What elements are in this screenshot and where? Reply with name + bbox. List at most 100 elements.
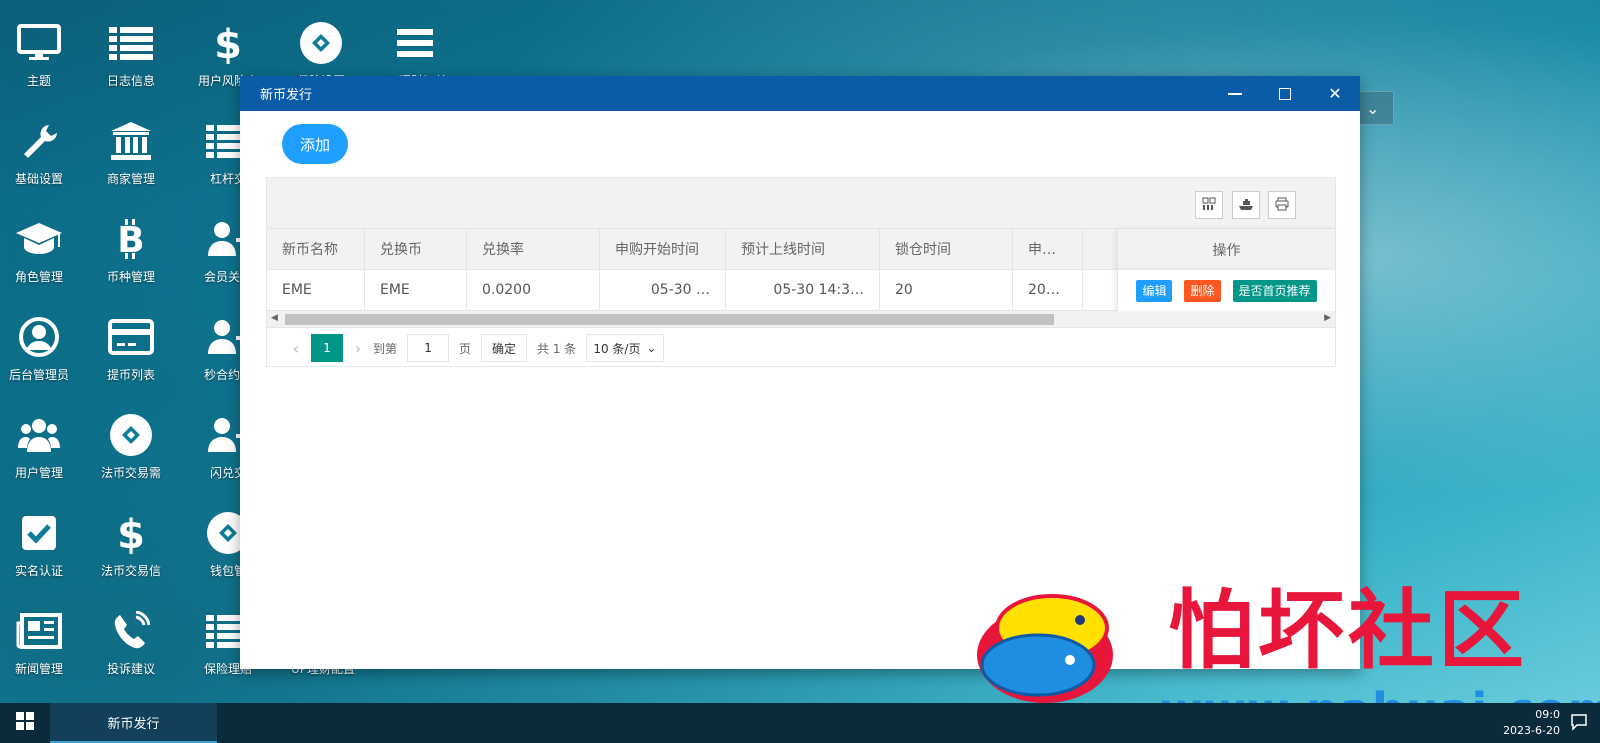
desktop-icon-label: 币种管理 — [106, 270, 155, 284]
desktop-icon-label: 提币列表 — [106, 368, 155, 382]
column-header[interactable]: 新币名称 — [267, 229, 365, 269]
desktop-icon-label: 投诉建议 — [106, 662, 155, 676]
recommend-homepage-button[interactable]: 是否首页推荐 — [1232, 279, 1317, 302]
coin-icon — [110, 410, 152, 460]
bitcoin-icon: B — [116, 214, 146, 264]
desktop-icon-users[interactable]: 用户管理 — [0, 394, 84, 484]
desktop-icon-label: 后台管理员 — [8, 368, 69, 382]
next-page-icon[interactable]: › — [343, 339, 373, 358]
desktop-icon-label: 日志信息 — [106, 74, 155, 88]
table-cell: 20… — [1013, 270, 1083, 310]
goto-confirm-button[interactable]: 确定 — [481, 334, 528, 362]
action-column-header: 操作 — [1117, 229, 1335, 270]
scroll-right-icon[interactable]: ▶ — [1324, 313, 1331, 323]
desktop-icon-merchants[interactable]: 商家管理 — [86, 100, 176, 190]
table-cell: 0.0200 — [467, 270, 600, 310]
user-circle-icon — [18, 312, 60, 362]
desktop-icon-theme[interactable]: 主题 — [0, 2, 84, 92]
wrench-icon — [19, 116, 59, 166]
desktop-icon-label: 用户管理 — [14, 466, 63, 480]
scroll-left-icon[interactable]: ◀ — [271, 313, 278, 323]
check-square-icon — [20, 508, 58, 558]
table-cell: EME — [267, 270, 365, 310]
column-header[interactable]: 申购开始时间 — [600, 229, 726, 269]
row-actions: 编辑 删除 是否首页推荐 — [1117, 270, 1335, 311]
start-button[interactable] — [0, 703, 50, 743]
coin-table: 新币名称 兑换币 兑换率 申购开始时间 预计上线时间 锁仓时间 申… 操作 EM… — [266, 177, 1336, 367]
dollar-icon: $ — [214, 18, 242, 68]
column-header[interactable]: 预计上线时间 — [726, 229, 880, 269]
close-icon: ✕ — [1328, 84, 1342, 103]
page-size-select[interactable]: 10 条/页 ⌄ — [586, 334, 664, 362]
windows-icon — [16, 712, 34, 734]
users-icon — [16, 410, 62, 460]
horizontal-scrollbar[interactable]: ◀ ▶ — [267, 311, 1335, 328]
table-row: EME EME 0.0200 05-30 … 05-30 14:3… 20 20… — [267, 270, 1335, 311]
goto-page-input[interactable] — [407, 334, 450, 362]
desktop-icon-basic-settings[interactable]: 基础设置 — [0, 100, 84, 190]
maximize-button[interactable] — [1260, 76, 1310, 111]
desktop-icon-role-management[interactable]: 角色管理 — [0, 198, 84, 288]
column-header[interactable]: 兑换币 — [365, 229, 467, 269]
clock-time: 09:0 — [1535, 708, 1560, 721]
graduation-cap-icon — [14, 214, 64, 264]
desktop-icon-label: 商家管理 — [106, 172, 155, 186]
column-header[interactable]: 兑换率 — [467, 229, 600, 269]
dollar-icon: $ — [117, 508, 145, 558]
desktop-icon-complaints[interactable]: 投诉建议 — [86, 590, 176, 680]
list-icon — [109, 18, 153, 68]
desktop-icon-admins[interactable]: 后台管理员 — [0, 296, 84, 386]
desktop-icon-withdrawals[interactable]: 提币列表 — [86, 296, 176, 386]
table-cell: 05-30 … — [600, 270, 726, 310]
desktop-icon-otc-info[interactable]: $ 法币交易信 — [86, 492, 176, 582]
menu-icon — [397, 18, 433, 68]
table-cell: EME — [365, 270, 467, 310]
window-titlebar[interactable]: 新币发行 ✕ — [240, 76, 1360, 111]
message-icon[interactable] — [1570, 713, 1588, 735]
table-cell: 20 — [880, 270, 1013, 310]
watermark-brand: 怕坏社区 — [1168, 580, 1528, 681]
desktop-icon-label: 角色管理 — [14, 270, 63, 284]
desktop-icon-logs[interactable]: 日志信息 — [86, 2, 176, 92]
page-size-value: 10 条/页 — [593, 341, 641, 356]
scrollbar-thumb[interactable] — [285, 314, 1054, 325]
columns-filter-button[interactable] — [1195, 191, 1223, 219]
column-header[interactable]: 锁仓时间 — [880, 229, 1013, 269]
coin-icon — [300, 18, 342, 68]
delete-button[interactable]: 删除 — [1184, 279, 1221, 302]
print-button[interactable] — [1268, 191, 1296, 219]
bank-icon — [109, 116, 153, 166]
edit-button[interactable]: 编辑 — [1136, 279, 1173, 302]
column-header[interactable]: 申… — [1013, 229, 1083, 269]
system-clock[interactable]: 09:0 2023-6-20 — [1503, 707, 1560, 739]
page-unit-label: 页 — [459, 341, 472, 356]
export-button[interactable] — [1232, 191, 1260, 219]
desktop-icon-label: 基础设置 — [14, 172, 63, 186]
chevron-down-icon: ⌄ — [646, 341, 657, 355]
chevron-down-icon: ⌄ — [1366, 98, 1380, 118]
phone-icon — [112, 606, 150, 656]
prev-page-icon[interactable]: ‹ — [281, 339, 311, 358]
credit-card-icon — [108, 312, 154, 362]
minimize-button[interactable] — [1210, 76, 1260, 111]
desktop-icon-news[interactable]: 新闻管理 — [0, 590, 84, 680]
desktop-icon-kyc[interactable]: 实名认证 — [0, 492, 84, 582]
close-button[interactable]: ✕ — [1310, 76, 1360, 111]
desktop-icon-currencies[interactable]: B 币种管理 — [86, 198, 176, 288]
minimize-icon — [1228, 92, 1242, 95]
columns-icon — [1202, 196, 1216, 215]
current-page[interactable]: 1 — [311, 334, 343, 362]
desktop-icon-label: 实名认证 — [14, 564, 63, 578]
maximize-icon — [1279, 87, 1291, 100]
total-count: 共 1 条 — [537, 341, 577, 356]
desktop-icon-label: 新闻管理 — [14, 662, 63, 676]
svg-text:B: B — [117, 220, 144, 259]
taskbar: 新币发行 09:0 2023-6-20 — [0, 703, 1600, 743]
table-toolbar — [267, 178, 1335, 229]
add-button[interactable]: 添加 — [282, 124, 348, 164]
desktop-icon-label: 法币交易需 — [100, 466, 161, 480]
desktop-icon-otc-demand[interactable]: 法币交易需 — [86, 394, 176, 484]
desktop-icon-label: 主题 — [26, 74, 51, 88]
taskbar-item-new-coin[interactable]: 新币发行 — [50, 703, 217, 743]
monitor-icon — [17, 18, 61, 68]
